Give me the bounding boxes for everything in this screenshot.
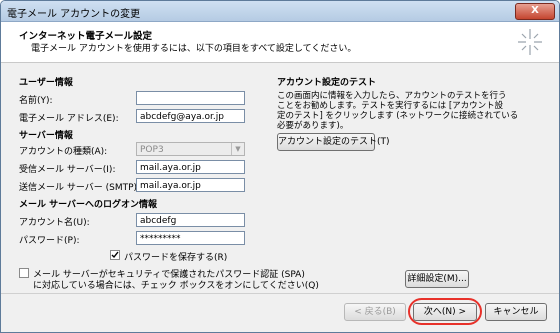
account-type-value: POP3: [140, 145, 164, 155]
password-label: パスワード(P):: [19, 236, 80, 246]
window-title: 電子メール アカウントの変更: [7, 9, 141, 20]
advanced-settings-button[interactable]: 詳細設定(M)...: [405, 270, 469, 288]
chevron-down-icon: ▼: [231, 143, 244, 155]
close-button[interactable]: X: [515, 3, 555, 20]
title-bar: 電子メール アカウントの変更 X: [1, 1, 559, 22]
checkmark-icon: [111, 251, 119, 259]
test-account-button[interactable]: アカウント設定のテスト(T): [277, 133, 390, 151]
incoming-server-field[interactable]: mail.aya.or.jp: [136, 160, 245, 174]
server-info-heading: サーバー情報: [19, 131, 73, 141]
next-button[interactable]: 次へ(N) >: [413, 303, 477, 321]
account-settings-dialog: 電子メール アカウントの変更 X インターネット電子メール設定 電子メール アカ…: [0, 0, 560, 333]
dialog-header: インターネット電子メール設定 電子メール アカウントを使用するには、以下の項目を…: [1, 22, 559, 63]
back-button[interactable]: < 戻る(B): [344, 303, 406, 321]
dialog-body: ユーザー情報 名前(Y): 電子メール アドレス(E): abcdefg@aya…: [1, 63, 559, 293]
account-name-label: アカウント名(U):: [19, 218, 90, 228]
account-name-field[interactable]: abcdefg: [136, 213, 245, 227]
remember-password-label[interactable]: パスワードを保存する(R): [124, 250, 227, 263]
user-info-heading: ユーザー情報: [19, 78, 73, 88]
header-title: インターネット電子メール設定: [19, 31, 153, 42]
account-type-label: アカウントの種類(A):: [19, 147, 108, 157]
test-description-line4: 必要があります)。: [277, 121, 349, 131]
footer-divider: [1, 293, 559, 294]
test-description-line1: この画面内に情報を入力したら、アカウントのテストを行う: [277, 91, 507, 101]
name-field[interactable]: [136, 91, 245, 105]
test-description-line3: 定のテスト] をクリックします (ネットワークに接続されている: [277, 111, 519, 121]
email-field[interactable]: abcdefg@aya.or.jp: [136, 109, 245, 123]
email-label: 電子メール アドレス(E):: [19, 114, 119, 124]
header-subtitle: 電子メール アカウントを使用するには、以下の項目をすべて設定してください。: [31, 44, 357, 54]
outgoing-server-label: 送信メール サーバー (SMTP)(O):: [19, 183, 155, 193]
remember-password-checkbox[interactable]: [110, 250, 120, 260]
account-type-select: POP3 ▼: [136, 142, 245, 156]
name-label: 名前(Y):: [19, 96, 53, 106]
spa-checkbox[interactable]: [19, 268, 29, 278]
test-description-line2: ことをお勧めします。テストを実行するには [アカウント設: [277, 101, 504, 111]
test-heading: アカウント設定のテスト: [277, 78, 377, 88]
wizard-sparkle-icon: [518, 29, 542, 55]
incoming-server-label: 受信メール サーバー(I):: [19, 165, 116, 175]
spa-label-line2[interactable]: に対応している場合には、チェック ボックスをオンにしてください(Q): [33, 278, 319, 291]
cancel-button[interactable]: キャンセル: [485, 303, 547, 321]
password-field[interactable]: *********: [136, 231, 245, 245]
logon-info-heading: メール サーバーへのログオン情報: [19, 200, 158, 210]
outgoing-server-field[interactable]: mail.aya.or.jp: [136, 178, 245, 192]
